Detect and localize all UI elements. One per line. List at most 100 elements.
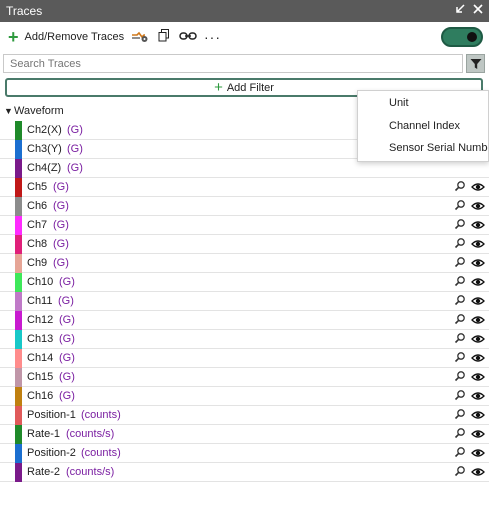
zoom-trace-icon[interactable] — [454, 370, 466, 384]
trace-row[interactable]: Rate-2 (counts/s) — [0, 463, 489, 482]
visibility-eye-icon[interactable] — [471, 466, 485, 478]
trace-name: Rate-2 — [27, 466, 61, 478]
trace-row[interactable]: Ch14 (G) — [0, 349, 489, 368]
trace-name: Ch15 — [27, 371, 54, 383]
trace-row[interactable]: Ch9 (G) — [0, 254, 489, 273]
add-remove-traces-label: Add/Remove Traces — [24, 31, 125, 43]
visibility-eye-icon[interactable] — [471, 219, 485, 231]
trace-unit: (counts/s) — [66, 466, 115, 478]
trace-row[interactable]: Position-1 (counts) — [0, 406, 489, 425]
zoom-trace-icon[interactable] — [454, 446, 466, 460]
trace-row[interactable]: Rate-1 (counts/s) — [0, 425, 489, 444]
trace-unit: (counts) — [81, 409, 121, 421]
link-button[interactable] — [179, 28, 197, 46]
trace-color-swatch — [15, 368, 22, 387]
zoom-trace-icon[interactable] — [454, 294, 466, 308]
visibility-eye-icon[interactable] — [471, 371, 485, 383]
trace-row[interactable]: Ch15 (G) — [0, 368, 489, 387]
trace-color-swatch — [15, 463, 22, 482]
trace-unit: (G) — [59, 314, 75, 326]
zoom-trace-icon[interactable] — [454, 313, 466, 327]
trace-color-swatch — [15, 178, 22, 197]
live-toggle[interactable] — [441, 27, 483, 47]
trace-unit: (G) — [59, 276, 75, 288]
trace-row[interactable]: Ch5 (G) — [0, 178, 489, 197]
trace-name: Rate-1 — [27, 428, 61, 440]
visibility-eye-icon[interactable] — [471, 200, 485, 212]
zoom-trace-icon[interactable] — [454, 332, 466, 346]
visibility-eye-icon[interactable] — [471, 276, 485, 288]
menu-item-channel-index[interactable]: Channel Index — [389, 120, 460, 132]
visibility-eye-icon[interactable] — [471, 257, 485, 269]
visibility-eye-icon[interactable] — [471, 352, 485, 364]
zoom-trace-icon[interactable] — [454, 218, 466, 232]
trace-color-swatch — [15, 140, 22, 159]
trace-row[interactable]: Ch7 (G) — [0, 216, 489, 235]
trace-unit: (G) — [59, 333, 75, 345]
visibility-eye-icon[interactable] — [471, 390, 485, 402]
trace-color-swatch — [15, 311, 22, 330]
trace-color-swatch — [15, 216, 22, 235]
trace-name: Ch2(X) — [27, 124, 62, 136]
trace-row[interactable]: Ch16 (G) — [0, 387, 489, 406]
trace-color-swatch — [15, 292, 22, 311]
caret-down-icon[interactable]: ▼ — [4, 106, 13, 116]
zoom-trace-icon[interactable] — [454, 427, 466, 441]
close-icon[interactable] — [470, 3, 486, 19]
trace-unit: (G) — [53, 181, 69, 193]
more-options-button[interactable]: ··· — [204, 28, 221, 46]
trace-color-swatch — [15, 159, 22, 178]
trace-name: Ch9 — [27, 257, 48, 269]
toggle-knob — [467, 32, 477, 42]
collapse-icon[interactable] — [452, 3, 468, 19]
zoom-trace-icon[interactable] — [454, 275, 466, 289]
filter-icon — [470, 58, 482, 73]
trace-settings-icon — [131, 29, 149, 46]
menu-item-unit[interactable]: Unit — [389, 97, 409, 109]
trace-row[interactable]: Ch6 (G) — [0, 197, 489, 216]
trace-row[interactable]: Position-2 (counts) — [0, 444, 489, 463]
trace-row[interactable]: Ch11 (G) — [0, 292, 489, 311]
visibility-eye-icon[interactable] — [471, 333, 485, 345]
zoom-trace-icon[interactable] — [454, 256, 466, 270]
visibility-eye-icon[interactable] — [471, 181, 485, 193]
filter-button[interactable] — [466, 54, 485, 73]
trace-color-swatch — [15, 235, 22, 254]
menu-item-sensor-serial-number[interactable]: Sensor Serial Number — [389, 142, 488, 154]
zoom-trace-icon[interactable] — [454, 408, 466, 422]
trace-row[interactable]: Ch8 (G) — [0, 235, 489, 254]
trace-unit: (G) — [53, 200, 69, 212]
zoom-trace-icon[interactable] — [454, 237, 466, 251]
trace-unit: (G) — [53, 219, 69, 231]
visibility-eye-icon[interactable] — [471, 295, 485, 307]
trace-name: Ch11 — [27, 295, 53, 307]
zoom-trace-icon[interactable] — [454, 351, 466, 365]
search-input[interactable] — [3, 54, 463, 73]
copy-icon — [158, 29, 170, 45]
toolbar: + Add/Remove Traces ··· — [0, 24, 489, 50]
visibility-eye-icon[interactable] — [471, 447, 485, 459]
visibility-eye-icon[interactable] — [471, 428, 485, 440]
trace-row[interactable]: Ch13 (G) — [0, 330, 489, 349]
trace-color-swatch — [15, 273, 22, 292]
add-remove-traces-button[interactable]: + Add/Remove Traces — [8, 28, 124, 46]
plus-icon: + — [8, 27, 19, 47]
trace-name: Ch13 — [27, 333, 54, 345]
zoom-trace-icon[interactable] — [454, 199, 466, 213]
zoom-trace-icon[interactable] — [454, 389, 466, 403]
zoom-trace-icon[interactable] — [454, 180, 466, 194]
zoom-trace-icon[interactable] — [454, 465, 466, 479]
trace-row[interactable]: Ch10 (G) — [0, 273, 489, 292]
visibility-eye-icon[interactable] — [471, 238, 485, 250]
visibility-eye-icon[interactable] — [471, 409, 485, 421]
trace-name: Ch16 — [27, 390, 54, 402]
trace-row[interactable]: Ch12 (G) — [0, 311, 489, 330]
copy-button[interactable] — [158, 28, 170, 46]
trace-name: Ch3(Y) — [27, 143, 62, 155]
trace-settings-button[interactable] — [131, 28, 149, 46]
trace-color-swatch — [15, 444, 22, 463]
trace-name: Ch8 — [27, 238, 48, 250]
trace-name: Ch4(Z) — [27, 162, 62, 174]
visibility-eye-icon[interactable] — [471, 314, 485, 326]
title-bar: Traces — [0, 0, 489, 22]
